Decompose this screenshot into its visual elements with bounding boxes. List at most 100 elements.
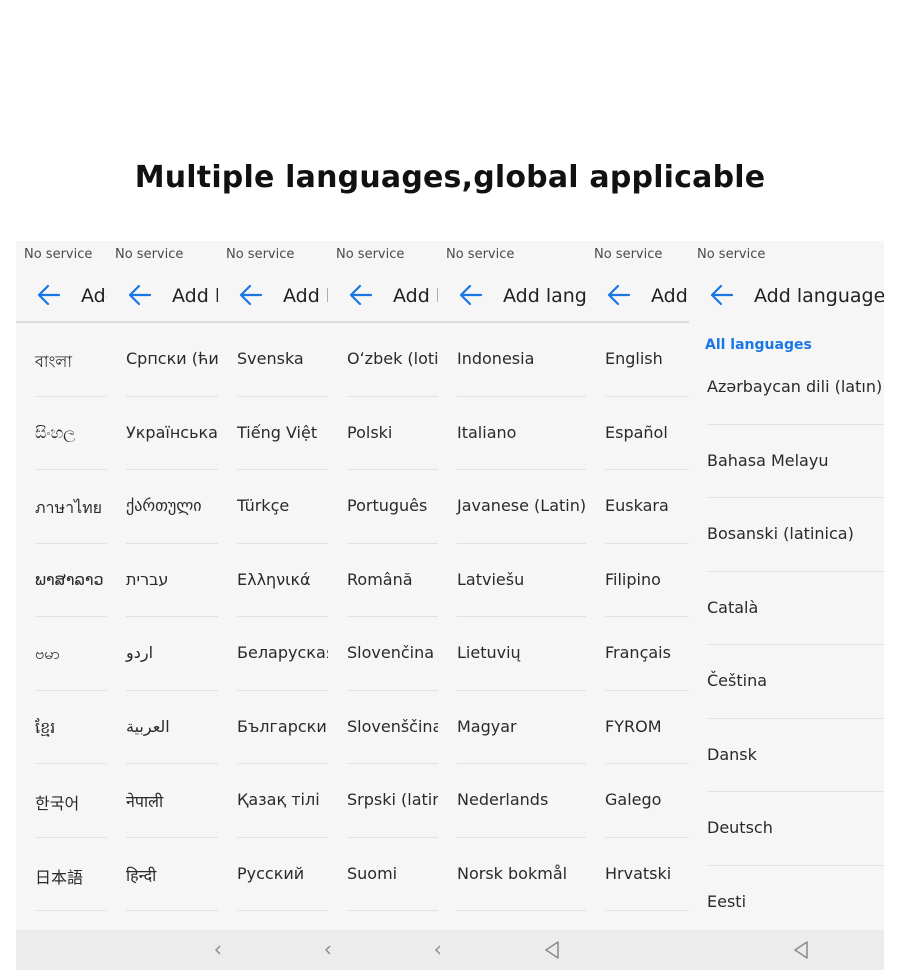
back-arrow-icon[interactable] xyxy=(36,281,62,309)
language-label: Indonesia xyxy=(457,349,535,368)
language-label: Српски (ћирилица) xyxy=(126,349,218,368)
status-text: No service xyxy=(446,247,515,262)
triangle-back-icon[interactable] xyxy=(792,940,810,960)
language-label: Português xyxy=(347,496,428,515)
toolbar-title: Add language xyxy=(503,285,586,307)
language-label: English xyxy=(605,349,663,368)
language-item[interactable]: English xyxy=(586,323,689,397)
language-item[interactable]: 日本語 xyxy=(16,838,107,911)
language-label: Polski xyxy=(347,422,393,442)
language-item[interactable]: Azərbaycan dili (latın) xyxy=(689,365,884,439)
language-label: ພາສາລາວ xyxy=(35,569,104,589)
language-label: Català xyxy=(707,597,759,617)
language-item[interactable]: Français xyxy=(586,617,689,691)
language-item[interactable]: Magyar xyxy=(438,691,586,764)
language-item[interactable]: Indonesia xyxy=(438,323,586,397)
language-item[interactable]: Slovenčina xyxy=(328,617,438,691)
language-item[interactable]: Dansk xyxy=(689,733,884,807)
language-item[interactable]: ພາສາລາວ xyxy=(16,544,107,617)
language-item[interactable]: Norsk bokmål xyxy=(438,838,586,911)
language-item[interactable]: Български xyxy=(218,691,328,764)
toolbar-title: Add language xyxy=(651,285,689,307)
toolbar: Add language xyxy=(689,279,884,319)
language-item[interactable]: हिन्दी xyxy=(107,838,218,911)
language-item[interactable]: Română xyxy=(328,544,438,617)
language-label: Українська xyxy=(126,422,218,442)
toolbar: Add language xyxy=(218,279,328,319)
language-item[interactable]: Ελληνικά xyxy=(218,544,328,617)
language-item[interactable]: ქართული xyxy=(107,470,218,544)
language-label: नेपाली xyxy=(126,792,164,811)
back-arrow-icon[interactable] xyxy=(458,281,484,309)
language-item[interactable]: Javanese (Latin) xyxy=(438,470,586,544)
language-item[interactable]: Suomi xyxy=(328,838,438,911)
language-item[interactable]: FYROM xyxy=(586,691,689,764)
language-item[interactable]: සිංහල xyxy=(16,397,107,470)
language-item[interactable]: Español xyxy=(586,397,689,470)
language-item[interactable]: Italiano xyxy=(438,397,586,470)
language-item[interactable]: Galego xyxy=(586,764,689,838)
language-item[interactable]: Srpski (latinica) xyxy=(328,764,438,838)
chevron-back-icon[interactable] xyxy=(429,940,447,960)
language-item[interactable]: ខ្មែរ xyxy=(16,691,107,764)
language-item[interactable]: Euskara xyxy=(586,470,689,544)
language-item[interactable]: Català xyxy=(689,586,884,660)
language-item[interactable]: Čeština xyxy=(689,659,884,733)
language-item[interactable]: Filipino xyxy=(586,544,689,617)
language-list: All languages Azərbaycan dili (latın) Baha… xyxy=(689,323,884,953)
back-arrow-icon[interactable] xyxy=(238,281,264,309)
language-item[interactable]: Türkçe xyxy=(218,470,328,544)
language-label: Bahasa Melayu xyxy=(707,450,829,470)
language-item[interactable]: Latviešu xyxy=(438,544,586,617)
language-item[interactable]: Lietuvių xyxy=(438,617,586,691)
language-item[interactable]: Português xyxy=(328,470,438,544)
language-item[interactable]: 한국어 xyxy=(16,764,107,838)
language-label: Türkçe xyxy=(237,496,290,515)
language-item[interactable]: Bosanski (latinica) xyxy=(689,512,884,586)
language-item[interactable]: ภาษาไทย xyxy=(16,470,107,544)
language-item[interactable]: Svenska xyxy=(218,323,328,397)
back-arrow-icon[interactable] xyxy=(709,281,735,309)
language-item[interactable]: ဗမာ xyxy=(16,617,107,691)
language-item[interactable]: Беларуская xyxy=(218,617,328,691)
chevron-back-icon[interactable] xyxy=(209,940,227,960)
language-item[interactable]: עברית xyxy=(107,544,218,617)
language-item[interactable]: Polski xyxy=(328,397,438,470)
section-label: All languages xyxy=(705,337,812,353)
language-item[interactable]: বাংলা xyxy=(16,323,107,397)
language-item[interactable]: Русский xyxy=(218,838,328,911)
language-label: 日本語 xyxy=(35,867,84,887)
chevron-back-icon[interactable] xyxy=(319,940,337,960)
language-item[interactable]: Oʻzbek (lotin) xyxy=(328,323,438,397)
language-list: Српски (ћирилица) Українська ქართული עברית ا… xyxy=(107,323,218,911)
back-arrow-icon[interactable] xyxy=(606,281,632,309)
language-label: ဗမာ xyxy=(35,644,60,663)
item-divider xyxy=(707,644,884,645)
language-item[interactable]: Қазақ тілі xyxy=(218,764,328,838)
language-item[interactable]: اردو xyxy=(107,617,218,691)
language-item[interactable]: Српски (ћирилица) xyxy=(107,323,218,397)
language-label: Deutsch xyxy=(707,818,773,837)
status-text: No service xyxy=(115,247,184,262)
back-arrow-icon[interactable] xyxy=(127,281,153,309)
language-item[interactable]: Slovenščina xyxy=(328,691,438,764)
language-label: Galego xyxy=(605,790,662,809)
item-divider xyxy=(457,910,586,911)
language-item[interactable]: Hrvatski xyxy=(586,838,689,911)
triangle-back-icon[interactable] xyxy=(543,940,561,960)
language-item[interactable]: Deutsch xyxy=(689,806,884,880)
item-divider xyxy=(237,910,328,911)
language-item[interactable]: नेपाली xyxy=(107,764,218,838)
language-item[interactable]: Tiếng Việt xyxy=(218,397,328,470)
item-divider xyxy=(707,864,884,866)
language-item[interactable]: العربية xyxy=(107,691,218,764)
language-label: Norsk bokmål xyxy=(457,863,568,883)
back-arrow-icon[interactable] xyxy=(348,281,374,309)
language-item[interactable]: Bahasa Melayu xyxy=(689,439,884,513)
language-list: বাংলা සිංහල ภาษาไทย ພາສາລາວ ဗမာ ខ្មែរ 한국어 日本語 xyxy=(16,323,107,911)
language-item[interactable]: Українська xyxy=(107,397,218,470)
language-item[interactable]: Nederlands xyxy=(438,764,586,838)
language-label: Română xyxy=(347,569,413,589)
toolbar-title: Add language xyxy=(283,285,328,307)
language-panel: No service Add language Indonesia Italiano J… xyxy=(438,241,586,970)
